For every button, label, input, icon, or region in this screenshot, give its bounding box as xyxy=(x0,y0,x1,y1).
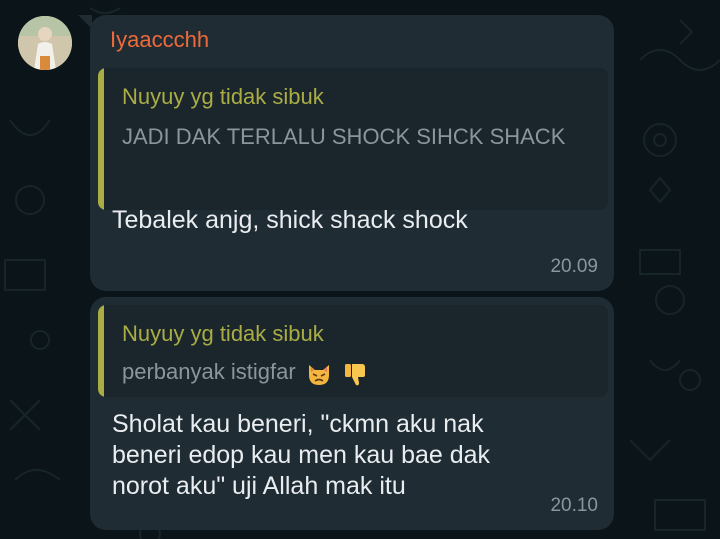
quoted-author: Nuyuy yg tidak sibuk xyxy=(122,84,324,109)
message-bubble[interactable]: Nuyuy yg tidak sibuk perbanyak istigfar xyxy=(90,297,614,530)
sender-avatar[interactable] xyxy=(18,16,72,70)
message-time: 20.09 xyxy=(550,256,598,277)
message-text: Tebalek anjg, shick shack shock xyxy=(112,206,468,234)
pouting-cat-emoji xyxy=(306,358,332,388)
quoted-reply[interactable]: Nuyuy yg tidak sibuk JADI DAK TERLALU SH… xyxy=(98,68,608,210)
quoted-text: perbanyak istigfar xyxy=(122,359,296,384)
thumbs-down-emoji xyxy=(342,358,368,388)
quoted-text-line: perbanyak istigfar xyxy=(122,357,592,388)
quoted-text: JADI DAK TERLALU SHOCK SIHCK SHACK xyxy=(122,124,566,149)
quote-accent-bar xyxy=(98,68,104,210)
avatar-image xyxy=(18,16,72,70)
quoted-author: Nuyuy yg tidak sibuk xyxy=(122,321,324,346)
quote-accent-bar xyxy=(98,305,104,397)
message-bubble[interactable]: Iyaaccchh Nuyuy yg tidak sibuk JADI DAK … xyxy=(78,15,614,291)
quoted-reply[interactable]: Nuyuy yg tidak sibuk perbanyak istigfar xyxy=(98,305,608,397)
message-time: 20.10 xyxy=(550,495,598,516)
sender-name[interactable]: Iyaaccchh xyxy=(110,27,209,53)
message-text: Sholat kau beneri, "ckmn aku nak beneri … xyxy=(112,410,491,500)
